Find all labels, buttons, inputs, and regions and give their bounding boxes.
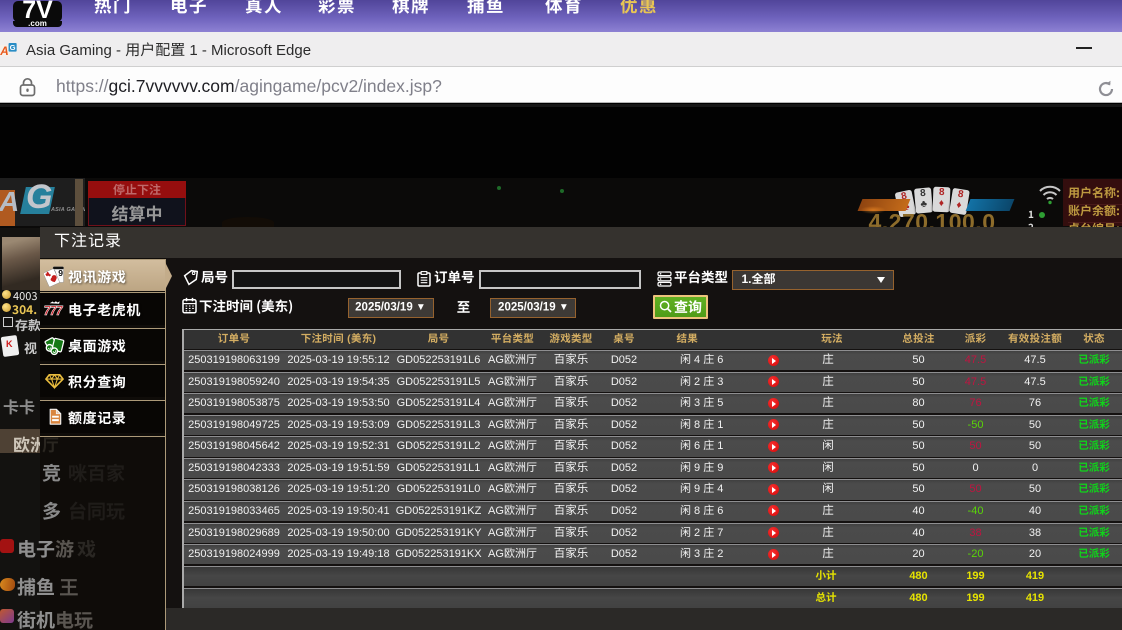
svg-text:777: 777 (44, 304, 64, 319)
svg-text:A: A (0, 45, 9, 57)
svg-text:9: 9 (58, 268, 63, 278)
svg-text:G: G (10, 43, 16, 52)
